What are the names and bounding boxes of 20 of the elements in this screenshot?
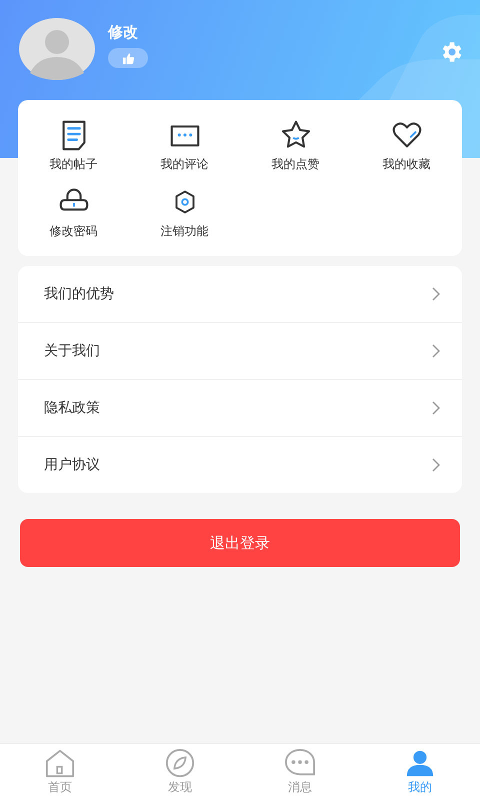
chevron-icon [432,287,440,301]
home-icon [43,748,77,778]
chevron-icon [432,401,440,415]
menu-item[interactable]: 我们的优势 [18,266,462,323]
shortcut-item[interactable]: 我的点赞 [240,118,351,173]
chat-icon [283,748,317,778]
chevron-icon [432,344,440,358]
shortcut-item[interactable]: 我的收藏 [351,118,462,173]
like-badge[interactable] [108,48,148,68]
user-name: 修改 [108,23,139,42]
menu-item[interactable]: 用户协议 [18,437,462,493]
chevron-icon [432,458,440,472]
shortcut-item[interactable]: 注销功能 [129,185,240,240]
shortcut-item[interactable]: 我的评论 [129,118,240,173]
shortcut-item[interactable]: 修改密码 [18,185,129,240]
compass-icon [163,748,197,778]
avatar-icon[interactable] [18,17,96,81]
menu-item[interactable]: 关于我们 [18,323,462,380]
menu-item[interactable]: 隐私政策 [18,380,462,437]
shortcut-item[interactable]: 我的帖子 [18,118,129,173]
